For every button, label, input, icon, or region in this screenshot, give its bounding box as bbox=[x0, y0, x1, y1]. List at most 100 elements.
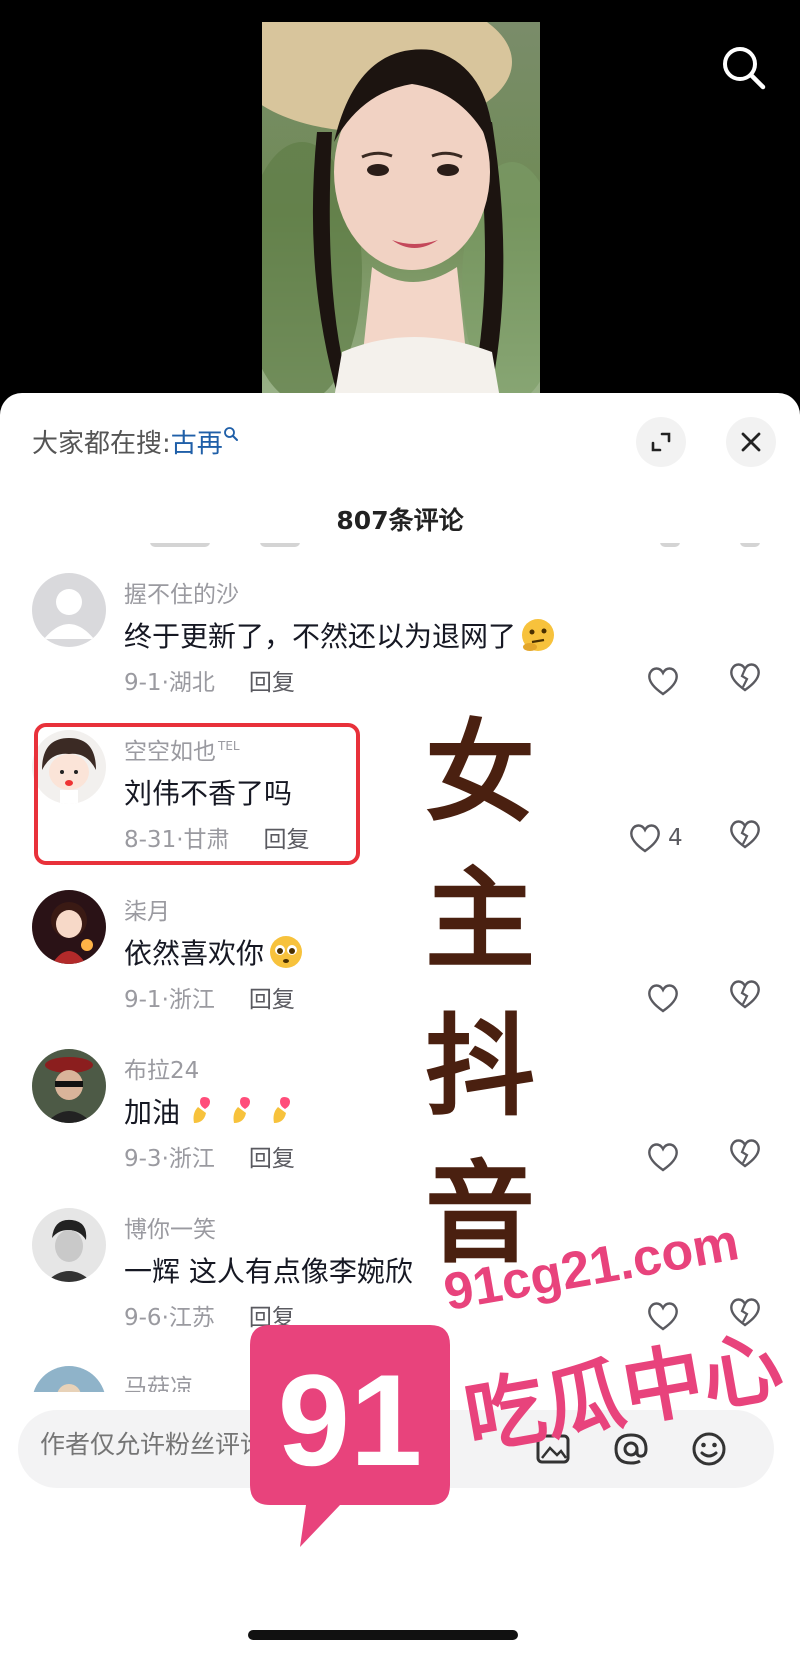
like-button[interactable] bbox=[646, 661, 680, 701]
avatar[interactable] bbox=[32, 1049, 106, 1123]
comment-item[interactable]: 空空如也 TEL 刘伟不香了吗 8-31·甘肃 回复 4 bbox=[0, 730, 800, 880]
image-button[interactable] bbox=[530, 1426, 576, 1472]
avatar[interactable] bbox=[32, 573, 106, 647]
comment-count: 807条评论 bbox=[336, 506, 464, 535]
comment-date: 8-31 bbox=[124, 827, 177, 853]
comment-author[interactable]: 博你一笑 bbox=[124, 1210, 216, 1244]
man-hat-avatar-icon bbox=[32, 1049, 106, 1123]
hot-search-prefix: 大家都在搜: bbox=[32, 429, 171, 459]
like-button[interactable] bbox=[646, 1137, 680, 1177]
default-avatar-icon bbox=[32, 573, 106, 647]
avatar[interactable] bbox=[32, 730, 106, 804]
dislike-button[interactable] bbox=[728, 661, 768, 701]
like-button[interactable] bbox=[646, 978, 680, 1018]
finger-heart-emoji bbox=[264, 1093, 300, 1136]
reply-button[interactable]: 回复 bbox=[249, 987, 295, 1013]
heart-icon bbox=[648, 667, 678, 696]
video-player[interactable] bbox=[0, 0, 800, 410]
like-button[interactable] bbox=[646, 1296, 680, 1336]
comment-text: 依然喜欢你 bbox=[124, 932, 304, 977]
comment-item[interactable]: 博你一笑 一辉 这人有点像李婉欣 9-6·江苏 回复 bbox=[0, 1208, 800, 1358]
comment-meta: 9-3·浙江 回复 bbox=[124, 1146, 295, 1172]
comment-input[interactable] bbox=[40, 1430, 460, 1459]
cartoon-avatar-icon bbox=[32, 730, 106, 804]
overlay-caption: 女 主 抖 音 bbox=[420, 700, 540, 1288]
reply-button[interactable]: 回复 bbox=[249, 670, 295, 696]
dislike-button[interactable] bbox=[728, 978, 768, 1018]
finger-heart-emoji bbox=[224, 1093, 260, 1136]
at-icon bbox=[614, 1433, 648, 1465]
search-button[interactable] bbox=[716, 40, 772, 96]
comment-location: 浙江 bbox=[168, 1146, 215, 1172]
close-icon bbox=[741, 432, 761, 452]
avatar[interactable] bbox=[32, 1208, 106, 1282]
comment-author[interactable]: 柒月 bbox=[124, 892, 170, 926]
broken-heart-icon bbox=[730, 980, 760, 1009]
overlay-char: 音 bbox=[425, 1150, 535, 1278]
comment-date: 9-1 bbox=[124, 670, 162, 696]
girl-avatar-icon bbox=[32, 890, 106, 964]
comment-text: 一辉 这人有点像李婉欣 bbox=[124, 1255, 413, 1288]
dislike-button[interactable] bbox=[728, 1296, 768, 1336]
comment-input-field[interactable] bbox=[18, 1410, 774, 1488]
scrolled-comment-remnant bbox=[120, 543, 770, 557]
home-indicator[interactable] bbox=[248, 1630, 518, 1640]
small-search-icon bbox=[223, 427, 238, 442]
comment-location: 江苏 bbox=[168, 1305, 215, 1331]
heart-icon bbox=[630, 824, 660, 853]
comment-date: 9-6 bbox=[124, 1305, 162, 1331]
mention-button[interactable] bbox=[608, 1426, 654, 1472]
emoji-button[interactable] bbox=[686, 1426, 732, 1472]
comment-item[interactable]: 握不住的沙 终于更新了，不然还以为退网了 9-1·湖北 回复 bbox=[0, 573, 800, 723]
video-frame[interactable] bbox=[262, 22, 540, 410]
comment-author[interactable]: 布拉24 bbox=[124, 1051, 199, 1085]
comment-meta: 9-6·江苏 回复 bbox=[124, 1305, 295, 1331]
expand-button[interactable] bbox=[636, 417, 686, 467]
dislike-button[interactable] bbox=[728, 818, 768, 858]
comment-author[interactable]: 握不住的沙 bbox=[124, 575, 239, 609]
thinking-face-emoji bbox=[520, 617, 556, 660]
reply-button[interactable]: 回复 bbox=[249, 1146, 295, 1172]
dislike-button[interactable] bbox=[728, 1137, 768, 1177]
finger-heart-emoji bbox=[184, 1093, 220, 1136]
reply-button[interactable]: 回复 bbox=[249, 1305, 295, 1331]
comment-meta: 9-1·湖北 回复 bbox=[124, 670, 295, 696]
comment-location: 湖北 bbox=[168, 670, 215, 696]
video-thumbnail bbox=[262, 22, 540, 410]
comment-text: 刘伟不香了吗 bbox=[124, 777, 293, 810]
close-button[interactable] bbox=[726, 417, 776, 467]
like-count: 4 bbox=[668, 825, 683, 851]
search-icon bbox=[723, 47, 766, 90]
heart-icon bbox=[648, 1143, 678, 1172]
comment-location: 甘肃 bbox=[183, 827, 230, 853]
pleading-face-emoji bbox=[268, 934, 304, 977]
comment-input-bar bbox=[0, 1392, 800, 1658]
expand-icon bbox=[651, 432, 671, 452]
comment-author[interactable]: 空空如也 TEL bbox=[124, 732, 240, 766]
comment-meta: 9-1·浙江 回复 bbox=[124, 987, 295, 1013]
comment-location: 浙江 bbox=[168, 987, 215, 1013]
avatar[interactable] bbox=[32, 890, 106, 964]
overlay-char: 主 bbox=[425, 856, 535, 984]
comment-date: 9-3 bbox=[124, 1146, 162, 1172]
comment-item[interactable]: 柒月 依然喜欢你 9-1·浙江 回复 bbox=[0, 890, 800, 1040]
heart-icon bbox=[648, 984, 678, 1013]
overlay-char: 女 bbox=[425, 709, 535, 837]
comment-text: 终于更新了，不然还以为退网了 bbox=[124, 615, 556, 660]
hot-search-bar[interactable]: 大家都在搜:古再 bbox=[32, 423, 239, 460]
overlay-char: 抖 bbox=[425, 1003, 535, 1131]
comment-item[interactable]: 布拉24 加油 9-3·浙江 回复 bbox=[0, 1049, 800, 1199]
broken-heart-icon bbox=[730, 1139, 760, 1168]
comment-meta: 8-31·甘肃 回复 bbox=[124, 827, 310, 853]
broken-heart-icon bbox=[730, 820, 760, 849]
reply-button[interactable]: 回复 bbox=[264, 827, 310, 853]
smiley-icon bbox=[692, 1432, 726, 1466]
comment-text: 加油 bbox=[124, 1091, 300, 1136]
like-button[interactable]: 4 bbox=[628, 818, 683, 858]
heart-icon bbox=[648, 1302, 678, 1331]
comment-date: 9-1 bbox=[124, 987, 162, 1013]
hot-search-keyword[interactable]: 古再 bbox=[171, 429, 223, 459]
author-badge: TEL bbox=[218, 739, 240, 754]
image-icon bbox=[536, 1434, 570, 1464]
man-portrait-avatar-icon bbox=[32, 1208, 106, 1282]
